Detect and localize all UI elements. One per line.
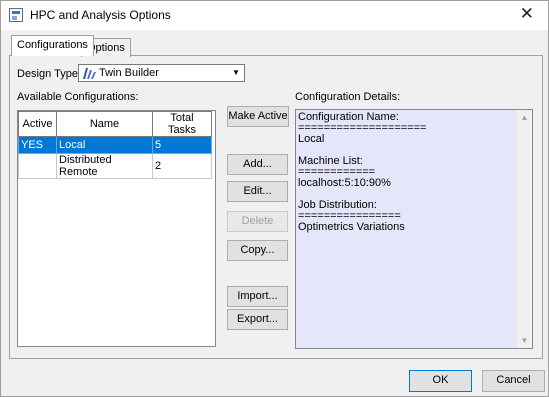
edit-button[interactable]: Edit... <box>227 181 288 202</box>
row-name-cell: Local <box>56 136 153 154</box>
table-row[interactable]: Distributed Remote 2 <box>18 153 212 179</box>
scroll-up-icon[interactable]: ▲ <box>517 110 532 125</box>
scroll-down-icon[interactable]: ▼ <box>517 333 532 348</box>
column-total-tasks[interactable]: Total Tasks <box>152 111 212 137</box>
design-type-value: Twin Builder <box>99 67 159 79</box>
title-bar: HPC and Analysis Options ✕ <box>1 1 548 30</box>
design-type-label: Design Type: <box>17 68 82 80</box>
chevron-down-icon[interactable]: ▼ <box>228 65 244 81</box>
app-icon <box>9 8 23 22</box>
configuration-details-box[interactable]: Configuration Name: ====================… <box>295 109 533 349</box>
configurations-table[interactable]: Active Name Total Tasks YES Local 5 Dist… <box>17 110 216 347</box>
cancel-button[interactable]: Cancel <box>482 370 545 392</box>
design-type-select[interactable]: Twin Builder ▼ <box>78 64 245 82</box>
row-tasks-cell: 5 <box>152 136 212 154</box>
configuration-details-text: Configuration Name: ====================… <box>298 112 427 233</box>
close-icon[interactable]: ✕ <box>520 5 534 23</box>
row-active-cell <box>18 153 57 179</box>
column-active[interactable]: Active <box>18 111 57 137</box>
import-button[interactable]: Import... <box>227 286 288 307</box>
twin-builder-icon <box>82 67 97 80</box>
table-row[interactable]: YES Local 5 <box>18 136 212 154</box>
export-button[interactable]: Export... <box>227 309 288 330</box>
details-scrollbar[interactable]: ▲ ▼ <box>517 110 532 348</box>
hpc-options-dialog: HPC and Analysis Options ✕ Configuration… <box>0 0 549 397</box>
add-button[interactable]: Add... <box>227 154 288 175</box>
copy-button[interactable]: Copy... <box>227 240 288 261</box>
column-name[interactable]: Name <box>56 111 153 137</box>
ok-button[interactable]: OK <box>409 370 472 392</box>
delete-button[interactable]: Delete <box>227 211 288 232</box>
table-header: Active Name Total Tasks <box>18 111 212 137</box>
row-active-cell: YES <box>18 136 57 154</box>
make-active-button[interactable]: Make Active <box>227 106 289 127</box>
available-configurations-label: Available Configurations: <box>17 91 139 103</box>
window-title: HPC and Analysis Options <box>30 8 171 22</box>
row-name-cell: Distributed Remote <box>56 153 153 179</box>
row-tasks-cell: 2 <box>152 153 212 179</box>
tab-configurations[interactable]: Configurations <box>11 35 94 56</box>
configuration-details-label: Configuration Details: <box>295 91 401 103</box>
